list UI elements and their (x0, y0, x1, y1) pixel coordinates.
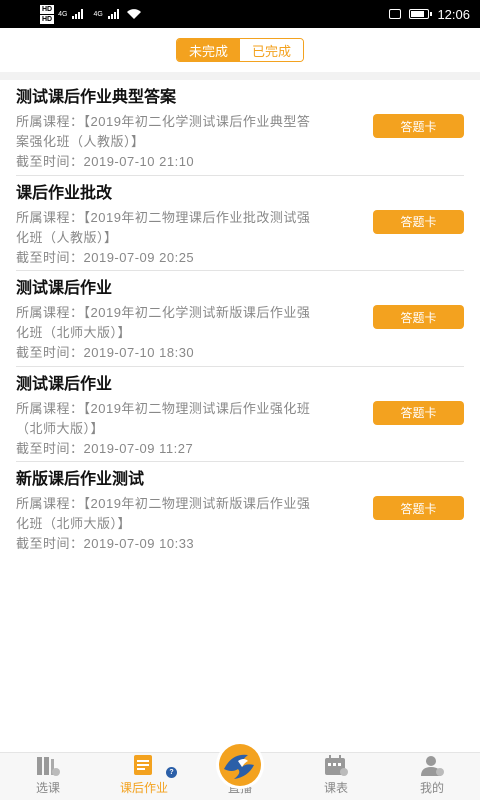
wifi-icon (126, 9, 141, 19)
homework-item[interactable]: 测试课后作业典型答案 所属课程：【2019年初二化学测试课后作业典型答案强化班（… (16, 80, 464, 176)
homework-title: 测试课后作业典型答案 (16, 89, 177, 106)
deadline-value: 2019-07-09 10:33 (83, 536, 195, 551)
profile-icon (421, 756, 444, 776)
status-time: 12:06 (437, 6, 470, 22)
homework-course: 所属课程：【2019年初二化学测试课后作业典型答案强化班（人教版）】 (16, 112, 316, 152)
homework-course: 所属课程：【2019年初二化学测试新版课后作业强化班（北师大版）】 (16, 303, 316, 343)
course-label: 所属课程： (16, 400, 84, 416)
answer-card-button[interactable]: 答题卡 (373, 305, 464, 329)
deadline-value: 2019-07-09 20:25 (83, 249, 195, 265)
filter-tabs-wrap: 未完成 已完成 (0, 38, 480, 62)
section-divider (0, 72, 480, 80)
nav-label-homework: 课后作业 (119, 781, 168, 795)
deadline-label: 截至时间： (16, 440, 84, 456)
homework-course: 所属课程：【2019年初二物理测试课后作业强化班（北师大版）】 (16, 399, 316, 439)
answer-card-button[interactable]: 答题卡 (373, 400, 464, 425)
tab-incomplete[interactable]: 未完成 (177, 39, 240, 61)
status-right: 12:06 (389, 7, 470, 22)
nav-item-schedule[interactable]: 课表 (288, 753, 384, 800)
homework-deadline: 截至时间：2019-07-09 11:27 (16, 439, 464, 459)
nav-item-homework[interactable]: ? 课后作业 (96, 753, 192, 800)
nav-item-live[interactable]: 直播 (192, 741, 288, 800)
nav-label-courses: 选课 (35, 781, 60, 795)
signal-group: HD HD 4G 4G (40, 4, 141, 24)
homework-title: 测试课后作业 (16, 280, 113, 297)
course-label: 所属课程： (16, 496, 84, 511)
homework-deadline: 截至时间：2019-07-10 18:30 (16, 343, 464, 363)
homework-deadline: 截至时间：2019-07-10 21:10 (16, 152, 464, 172)
answer-card-button[interactable]: 答题卡 (373, 496, 464, 520)
deadline-value: 2019-07-09 11:27 (83, 440, 194, 456)
nav-label-profile: 我的 (419, 781, 444, 795)
course-label: 所属课程： (16, 209, 84, 225)
homework-item[interactable]: 新版课后作业测试 所属课程：【2019年初二物理测试新版课后作业强化班（北师大版… (16, 462, 464, 558)
homework-list: 测试课后作业典型答案 所属课程：【2019年初二化学测试课后作业典型答案强化班（… (0, 80, 480, 558)
homework-title: 课后作业批改 (16, 184, 113, 202)
homework-deadline: 截至时间：2019-07-09 10:33 (16, 534, 464, 554)
network-type-2: 4G (93, 10, 103, 18)
homework-title: 新版课后作业测试 (16, 471, 145, 488)
homework-course: 所属课程：【2019年初二物理测试新版课后作业强化班（北师大版）】 (16, 494, 316, 534)
homework-badge: ? (166, 767, 177, 778)
deadline-label: 截至时间： (16, 249, 84, 265)
deadline-label: 截至时间： (16, 345, 84, 360)
nav-item-courses[interactable]: 选课 (0, 753, 96, 800)
bottom-nav: 选课 ? 课后作业 直播 课表 (0, 741, 480, 800)
vibrate-icon (389, 9, 402, 19)
homework-item[interactable]: 测试课后作业 所属课程：【2019年初二化学测试新版课后作业强化班（北师大版）】… (16, 271, 464, 367)
course-label: 所属课程： (16, 305, 84, 320)
signal-1-icon (72, 9, 84, 19)
answer-card-button[interactable]: 答题卡 (373, 209, 464, 234)
live-button (216, 741, 264, 789)
homework-title: 测试课后作业 (16, 375, 113, 393)
course-label: 所属课程： (16, 114, 84, 129)
homework-item[interactable]: 测试课后作业 所属课程：【2019年初二物理测试课后作业强化班（北师大版）】 截… (16, 367, 464, 462)
nav-item-profile[interactable]: 我的 (384, 753, 480, 800)
homework-item[interactable]: 课后作业批改 所属课程：【2019年初二物理课后作业批改测试强化班（人教版）】 … (16, 176, 464, 271)
homework-course: 所属课程：【2019年初二物理课后作业批改测试强化班（人教版）】 (16, 208, 316, 248)
homework-deadline: 截至时间：2019-07-09 20:25 (16, 248, 464, 268)
deadline-label: 截至时间： (16, 154, 84, 169)
status-bar: HD HD 4G 4G 12:06 (0, 0, 480, 28)
answer-card-button[interactable]: 答题卡 (373, 114, 464, 138)
sim2-hd-icon: HD (40, 14, 55, 24)
homework-icon (134, 755, 152, 775)
live-logo-icon (219, 744, 261, 786)
tab-completed[interactable]: 已完成 (240, 39, 303, 61)
deadline-label: 截至时间： (16, 536, 84, 551)
filter-tabs: 未完成 已完成 (176, 38, 304, 62)
sim1-hd-icon: HD (40, 4, 55, 14)
battery-level (411, 11, 425, 17)
deadline-value: 2019-07-10 18:30 (83, 345, 195, 360)
sim-indicators: HD HD (40, 4, 55, 24)
network-type-1: 4G (58, 10, 68, 18)
signal-2-icon (107, 9, 119, 19)
calendar-icon (325, 755, 348, 776)
books-icon (37, 757, 60, 776)
deadline-value: 2019-07-10 21:10 (83, 154, 195, 169)
battery-icon (409, 9, 433, 19)
nav-label-schedule: 课表 (323, 781, 348, 795)
